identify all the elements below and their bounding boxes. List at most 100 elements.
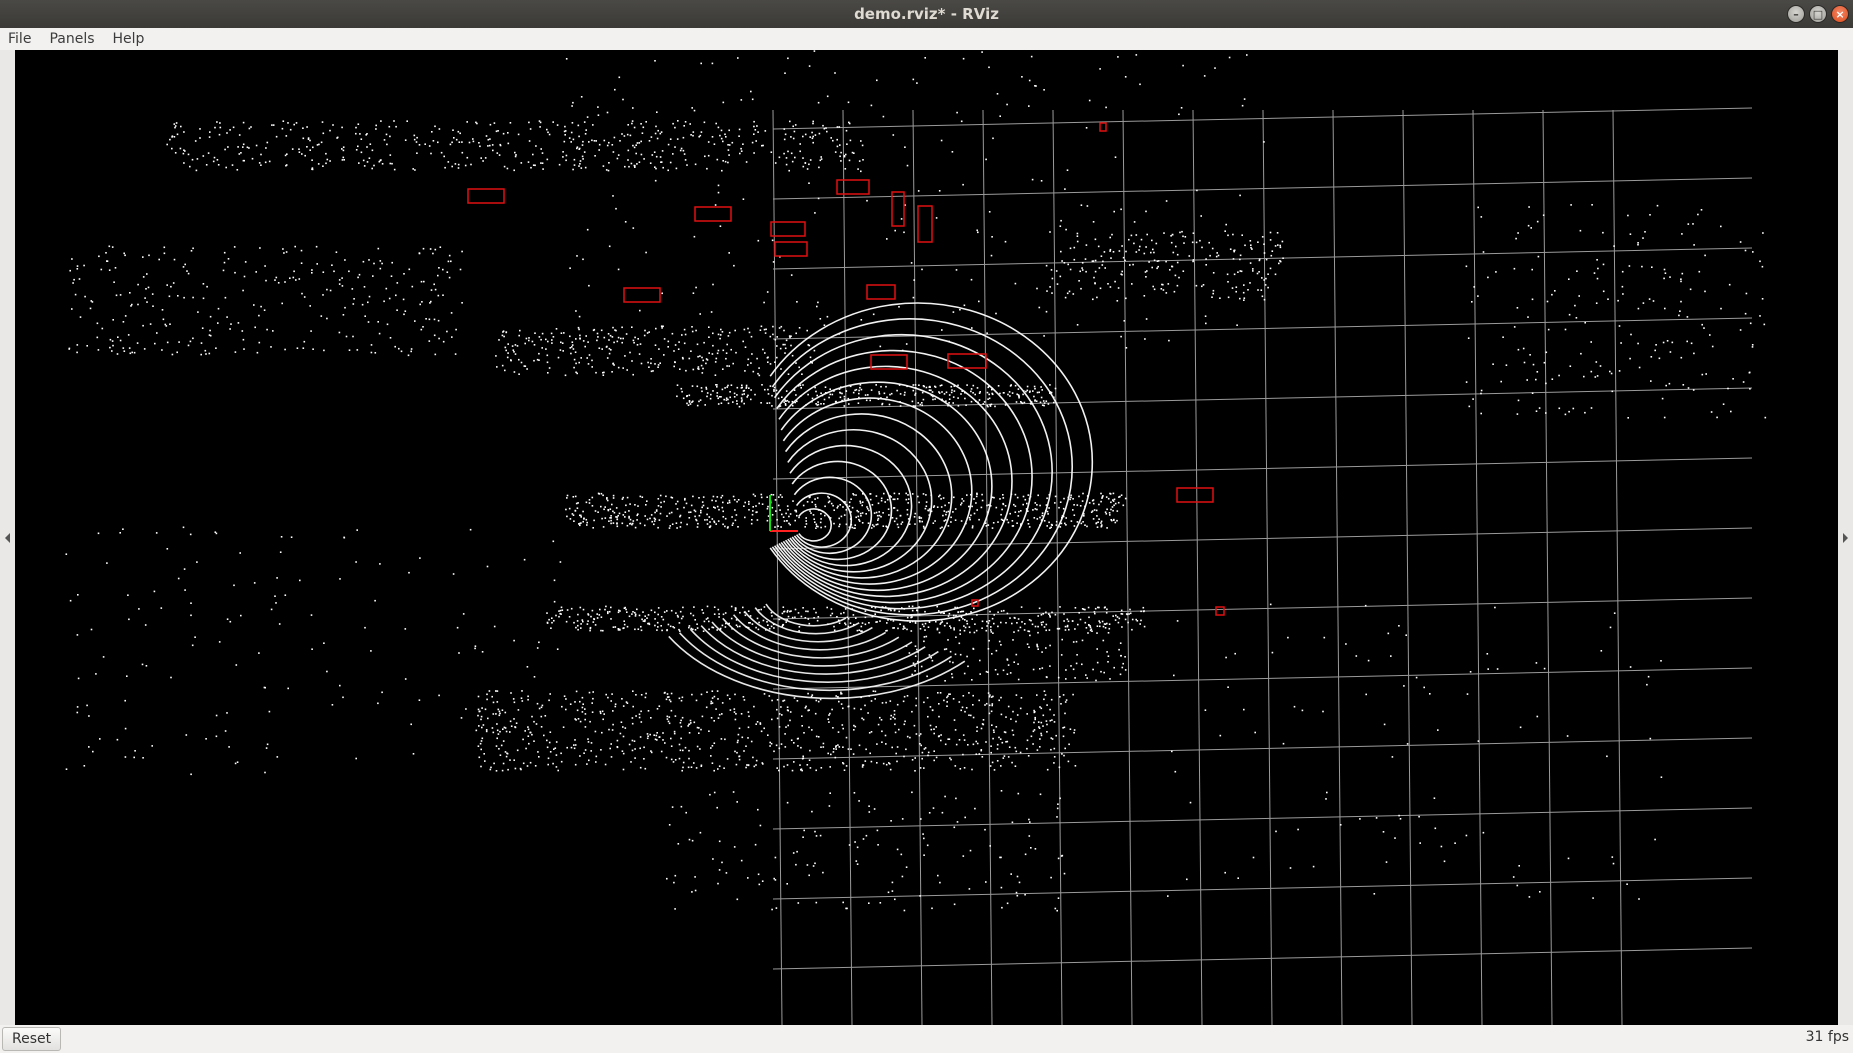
grid-line-h [772, 947, 1753, 970]
point [1219, 734, 1222, 737]
left-dock-toggle[interactable] [0, 50, 15, 1025]
point [1618, 325, 1621, 327]
point [1011, 761, 1013, 764]
point [802, 165, 805, 168]
point [914, 405, 916, 407]
point [564, 134, 566, 136]
point [688, 838, 691, 841]
point [953, 614, 955, 617]
point [859, 500, 861, 503]
point [196, 561, 198, 563]
point [805, 523, 808, 525]
point [1744, 312, 1747, 315]
close-button[interactable]: × [1831, 5, 1849, 23]
point [529, 731, 532, 734]
point [1195, 241, 1198, 244]
minimize-button[interactable]: – [1787, 5, 1805, 23]
point [179, 147, 182, 150]
point [854, 725, 857, 728]
point [127, 334, 130, 336]
point [989, 845, 991, 847]
point [987, 648, 990, 650]
point [580, 623, 582, 625]
point [586, 116, 589, 118]
point [637, 338, 639, 340]
render-viewport[interactable] [15, 50, 1838, 1025]
window-controls: – □ × [1787, 5, 1849, 23]
point [576, 507, 579, 509]
point [1038, 726, 1040, 728]
point [950, 627, 952, 629]
point [385, 287, 388, 290]
point [603, 713, 605, 715]
point [959, 629, 961, 632]
point [461, 302, 463, 304]
point [486, 693, 488, 696]
point [670, 511, 673, 514]
point [922, 525, 925, 528]
point [986, 391, 989, 394]
point [896, 746, 899, 748]
point [1048, 507, 1050, 509]
point [172, 282, 175, 284]
point [1546, 300, 1549, 303]
point [142, 757, 144, 759]
point [496, 701, 499, 703]
point [1058, 506, 1060, 509]
point [865, 834, 868, 837]
point [272, 330, 274, 332]
point [504, 369, 506, 372]
point [1398, 625, 1400, 627]
point [1140, 619, 1142, 622]
point [688, 625, 691, 627]
point [1686, 316, 1689, 318]
menu-file[interactable]: File [6, 31, 33, 47]
point [191, 644, 194, 647]
point [1663, 268, 1666, 271]
point [174, 152, 177, 154]
reset-button[interactable]: Reset [2, 1027, 62, 1051]
point [735, 624, 738, 626]
point [953, 390, 956, 392]
point [1045, 629, 1047, 632]
ring [769, 302, 1094, 622]
point [721, 702, 724, 704]
point [438, 267, 440, 269]
right-dock-toggle[interactable] [1838, 50, 1853, 1025]
point [1745, 292, 1748, 295]
point [691, 330, 694, 333]
point [368, 295, 371, 298]
point [851, 506, 854, 509]
maximize-button[interactable]: □ [1809, 5, 1827, 23]
point [1072, 668, 1075, 671]
point [1529, 354, 1531, 356]
point [688, 723, 691, 725]
point [1037, 615, 1039, 617]
detection-box [694, 206, 732, 222]
point [1596, 375, 1599, 377]
point [953, 628, 955, 631]
point [283, 252, 285, 254]
point [610, 515, 612, 517]
point [430, 152, 432, 155]
point [913, 516, 916, 518]
point [609, 334, 612, 337]
point [610, 700, 612, 702]
point [735, 351, 737, 354]
menu-panels[interactable]: Panels [47, 31, 96, 47]
point [648, 140, 651, 142]
point [819, 834, 822, 837]
point [374, 599, 376, 602]
point [1545, 412, 1547, 414]
point [702, 612, 705, 614]
point [721, 388, 724, 391]
point [759, 723, 762, 725]
point [1104, 267, 1106, 269]
point [1020, 697, 1023, 699]
point [713, 521, 716, 524]
point [803, 829, 805, 832]
point [960, 520, 963, 522]
point [1086, 205, 1089, 207]
menu-help[interactable]: Help [111, 31, 147, 47]
point [303, 296, 306, 298]
